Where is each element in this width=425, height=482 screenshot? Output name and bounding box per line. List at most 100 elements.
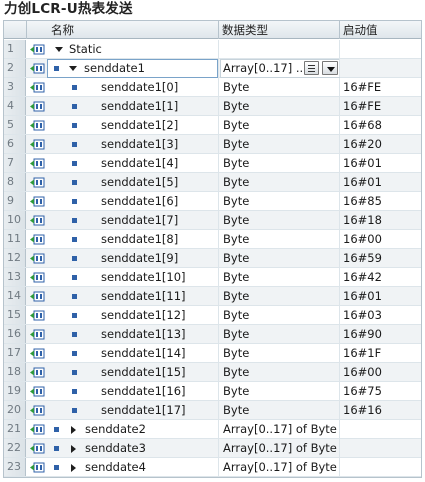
- expand-down-icon[interactable]: [55, 47, 63, 52]
- cell-start-value[interactable]: 16#FE: [341, 78, 421, 96]
- cell-name[interactable]: senddate1[16]: [48, 382, 216, 400]
- row-number[interactable]: 5: [4, 116, 26, 134]
- table-row[interactable]: 11 senddate1[8] Byte 16#00: [4, 230, 421, 249]
- cell-name[interactable]: senddate1[9]: [48, 249, 216, 267]
- cell-start-value[interactable]: 16#42: [341, 268, 421, 286]
- header-name[interactable]: 名称: [48, 21, 74, 39]
- row-number[interactable]: 23: [4, 458, 26, 476]
- datatype-list-button[interactable]: [304, 61, 319, 75]
- cell-start-value[interactable]: 16#03: [341, 306, 421, 324]
- cell-datatype[interactable]: [221, 40, 339, 58]
- row-number[interactable]: 2: [4, 59, 26, 77]
- expand-down-icon[interactable]: [69, 66, 77, 71]
- cell-datatype[interactable]: Byte: [221, 154, 339, 172]
- cell-name[interactable]: senddate1[5]: [48, 173, 216, 191]
- cell-name[interactable]: senddate1[17]: [48, 401, 216, 419]
- cell-datatype[interactable]: Byte: [221, 363, 339, 381]
- table-row[interactable]: 14 senddate1[11] Byte 16#01: [4, 287, 421, 306]
- cell-name[interactable]: senddate1[7]: [48, 211, 216, 229]
- table-row[interactable]: 17 senddate1[14] Byte 16#1F: [4, 344, 421, 363]
- cell-name[interactable]: senddate1[4]: [48, 154, 216, 172]
- cell-name[interactable]: senddate1[13]: [48, 325, 216, 343]
- cell-name[interactable]: senddate1[2]: [48, 116, 216, 134]
- cell-start-value[interactable]: 16#16: [341, 401, 421, 419]
- cell-start-value[interactable]: [341, 458, 421, 476]
- row-number[interactable]: 7: [4, 154, 26, 172]
- row-number[interactable]: 12: [4, 249, 26, 267]
- row-number[interactable]: 19: [4, 382, 26, 400]
- cell-start-value[interactable]: 16#1F: [341, 344, 421, 362]
- row-number[interactable]: 15: [4, 306, 26, 324]
- table-row[interactable]: 8 senddate1[5] Byte 16#01: [4, 173, 421, 192]
- cell-datatype[interactable]: Byte: [221, 249, 339, 267]
- table-row[interactable]: 2 senddate1 Array[0..17] ...: [4, 59, 421, 78]
- datatype-dropdown-button[interactable]: [322, 61, 338, 75]
- row-number[interactable]: 11: [4, 230, 26, 248]
- table-row[interactable]: 23 senddate4 Array[0..17] of Byte: [4, 458, 421, 477]
- cell-datatype[interactable]: Byte: [221, 306, 339, 324]
- cell-start-value[interactable]: [341, 59, 421, 77]
- cell-name[interactable]: Static: [48, 40, 216, 58]
- cell-name[interactable]: senddate1[3]: [48, 135, 216, 153]
- table-row[interactable]: 16 senddate1[13] Byte 16#90: [4, 325, 421, 344]
- cell-datatype[interactable]: Byte: [221, 97, 339, 115]
- expand-right-icon[interactable]: [71, 444, 76, 453]
- cell-name[interactable]: senddate1[10]: [48, 268, 216, 286]
- cell-name[interactable]: senddate1[0]: [48, 78, 216, 96]
- cell-start-value[interactable]: 16#59: [341, 249, 421, 267]
- cell-start-value[interactable]: 16#90: [341, 325, 421, 343]
- cell-name[interactable]: senddate3: [48, 439, 216, 457]
- row-number[interactable]: 16: [4, 325, 26, 343]
- cell-datatype[interactable]: Byte: [221, 230, 339, 248]
- cell-datatype[interactable]: Byte: [221, 192, 339, 210]
- row-number[interactable]: 20: [4, 401, 26, 419]
- table-row[interactable]: 13 senddate1[10] Byte 16#42: [4, 268, 421, 287]
- cell-datatype[interactable]: Array[0..17] of Byte: [221, 458, 339, 476]
- row-number[interactable]: 18: [4, 363, 26, 381]
- table-row[interactable]: 5 senddate1[2] Byte 16#68: [4, 116, 421, 135]
- table-row[interactable]: 18 senddate1[15] Byte 16#00: [4, 363, 421, 382]
- cell-datatype[interactable]: Byte: [221, 78, 339, 96]
- expand-right-icon[interactable]: [71, 425, 76, 434]
- cell-name[interactable]: senddate2: [48, 420, 216, 438]
- cell-start-value[interactable]: [341, 439, 421, 457]
- cell-name[interactable]: senddate4: [48, 458, 216, 476]
- cell-start-value[interactable]: 16#00: [341, 230, 421, 248]
- cell-start-value[interactable]: 16#00: [341, 363, 421, 381]
- cell-name[interactable]: senddate1[12]: [48, 306, 216, 324]
- cell-start-value[interactable]: 16#01: [341, 173, 421, 191]
- row-number[interactable]: 6: [4, 135, 26, 153]
- cell-datatype[interactable]: Byte: [221, 116, 339, 134]
- row-number[interactable]: 1: [4, 40, 26, 58]
- cell-name[interactable]: senddate1[15]: [48, 363, 216, 381]
- table-row[interactable]: 4 senddate1[1] Byte 16#FE: [4, 97, 421, 116]
- cell-datatype[interactable]: Byte: [221, 344, 339, 362]
- table-row[interactable]: 20 senddate1[17] Byte 16#16: [4, 401, 421, 420]
- cell-start-value[interactable]: 16#68: [341, 116, 421, 134]
- row-number[interactable]: 10: [4, 211, 26, 229]
- cell-datatype[interactable]: Byte: [221, 401, 339, 419]
- table-row[interactable]: 22 senddate3 Array[0..17] of Byte: [4, 439, 421, 458]
- cell-start-value[interactable]: 16#01: [341, 287, 421, 305]
- cell-start-value[interactable]: 16#20: [341, 135, 421, 153]
- cell-start-value[interactable]: 16#75: [341, 382, 421, 400]
- table-row[interactable]: 19 senddate1[16] Byte 16#75: [4, 382, 421, 401]
- row-number[interactable]: 14: [4, 287, 26, 305]
- cell-name[interactable]: senddate1[1]: [48, 97, 216, 115]
- cell-datatype[interactable]: Byte: [221, 211, 339, 229]
- expand-right-icon[interactable]: [71, 463, 76, 472]
- row-number[interactable]: 3: [4, 78, 26, 96]
- table-row[interactable]: 3 senddate1[0] Byte 16#FE: [4, 78, 421, 97]
- cell-datatype[interactable]: Byte: [221, 382, 339, 400]
- cell-name[interactable]: senddate1[14]: [48, 344, 216, 362]
- cell-datatype[interactable]: Byte: [221, 287, 339, 305]
- row-number[interactable]: 21: [4, 420, 26, 438]
- table-row[interactable]: 12 senddate1[9] Byte 16#59: [4, 249, 421, 268]
- cell-name[interactable]: senddate1[6]: [48, 192, 216, 210]
- cell-start-value[interactable]: [341, 40, 421, 58]
- table-row[interactable]: 15 senddate1[12] Byte 16#03: [4, 306, 421, 325]
- row-number[interactable]: 4: [4, 97, 26, 115]
- cell-datatype[interactable]: Array[0..17] of Byte: [221, 439, 339, 457]
- row-number[interactable]: 8: [4, 173, 26, 191]
- row-number[interactable]: 9: [4, 192, 26, 210]
